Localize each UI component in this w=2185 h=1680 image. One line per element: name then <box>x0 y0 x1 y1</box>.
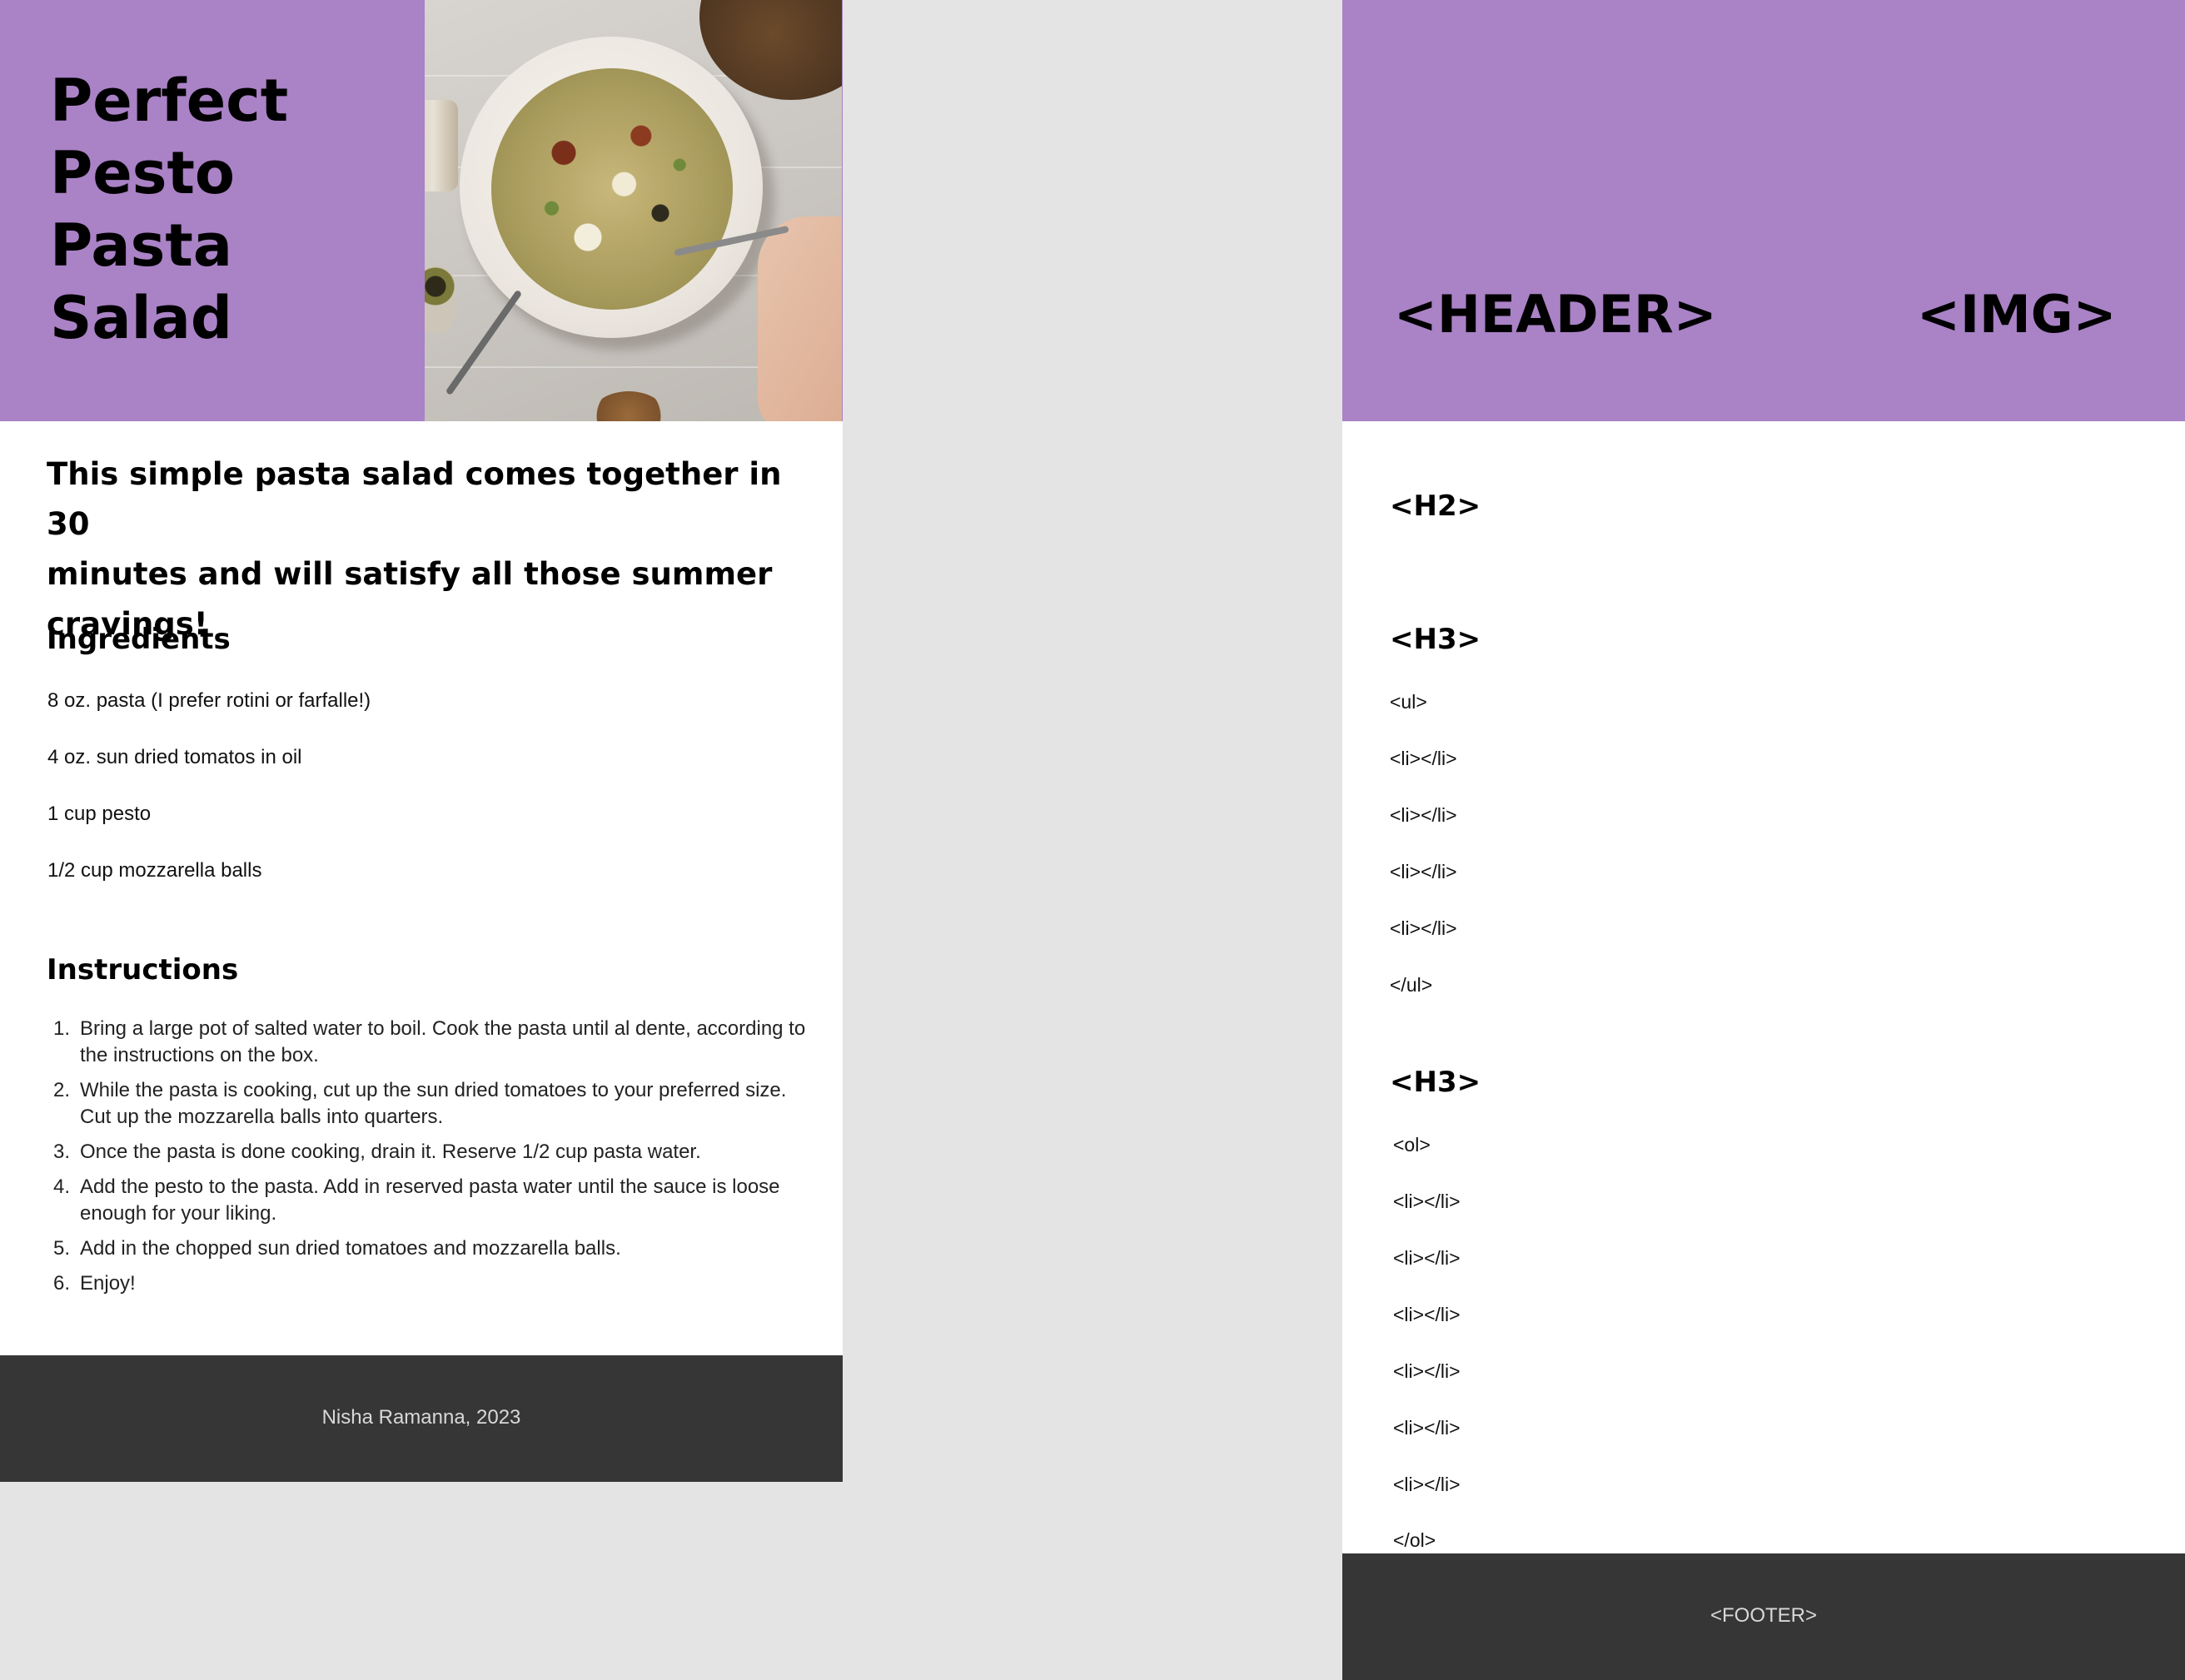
step-text: Bring a large pot of salted water to boi… <box>80 1017 806 1066</box>
ul-open-tag: <ul> <box>1390 691 1427 713</box>
step-text: Add in the chopped sun dried tomatoes an… <box>80 1237 621 1260</box>
recipe-title-line: Perfect <box>50 67 289 135</box>
recipe-title-line: Salad <box>50 284 232 352</box>
wireframe-footer: <FOOTER> <box>1342 1553 2185 1680</box>
fork-icon <box>445 289 523 396</box>
ul-li-tag: <li></li> <box>1390 861 1457 882</box>
ol-li-tag: <li></li> <box>1393 1304 1461 1325</box>
ul-close-tag: </ul> <box>1390 974 1433 996</box>
h3-ingredients-tag-label: <H3> <box>1390 623 1481 656</box>
ingredient-item: 1 cup pesto <box>47 803 152 825</box>
pasta-salad-image <box>491 68 733 310</box>
ul-li-tag: <li></li> <box>1390 804 1457 826</box>
step-number: 5. <box>53 1237 71 1260</box>
step-text: While the pasta is cooking, cut up the s… <box>80 1079 787 1128</box>
step-number: 1. <box>53 1017 71 1040</box>
recipe-page: Perfect Pesto Pasta Salad This simple pa… <box>0 0 843 1482</box>
jar-image <box>425 100 458 191</box>
structure-wireframe: <HEADER> <IMG> <H2> <H3> <ul> <li></li> … <box>1342 0 2185 1680</box>
step-text: Add the pesto to the pasta. Add in reser… <box>80 1176 780 1225</box>
ol-li-tag: <li></li> <box>1393 1360 1461 1382</box>
nuts-image <box>591 391 666 421</box>
ol-li-tag: <li></li> <box>1393 1247 1461 1269</box>
ingredient-item: 4 oz. sun dried tomatos in oil <box>47 746 302 768</box>
ul-li-tag: <li></li> <box>1390 917 1457 939</box>
header-tag-label: <HEADER> <box>1394 284 1717 345</box>
footer-tag-label: <FOOTER> <box>1710 1604 1818 1627</box>
recipe-title-line: Pesto <box>50 139 235 207</box>
ingredient-item: 1/2 cup mozzarella balls <box>47 859 262 882</box>
step-text: Once the pasta is done cooking, drain it… <box>80 1141 701 1163</box>
step-number: 2. <box>53 1079 71 1101</box>
recipe-header: Perfect Pesto Pasta Salad <box>0 0 843 421</box>
instruction-step: 6. Enjoy! <box>53 1270 813 1297</box>
ol-li-tag: <li></li> <box>1393 1190 1461 1212</box>
recipe-title: Perfect Pesto Pasta Salad <box>50 65 400 355</box>
h3-instructions-tag-label: <H3> <box>1390 1066 1481 1099</box>
ingredients-heading: Ingredients <box>47 623 231 656</box>
h2-tag-label: <H2> <box>1390 490 1481 523</box>
instruction-step: 1. Bring a large pot of salted water to … <box>53 1016 813 1069</box>
recipe-intro-line: minutes and will satisfy all those summe… <box>47 556 773 592</box>
ol-close-tag: </ol> <box>1393 1529 1436 1551</box>
recipe-title-line: Pasta <box>50 211 233 280</box>
footer-credit: Nisha Ramanna, 2023 <box>321 1406 521 1429</box>
instruction-step: 4. Add the pesto to the pasta. Add in re… <box>53 1174 813 1227</box>
step-number: 6. <box>53 1272 71 1295</box>
instruction-step: 5. Add in the chopped sun dried tomatoes… <box>53 1235 813 1262</box>
hand-image <box>758 216 842 421</box>
instructions-heading: Instructions <box>47 953 239 987</box>
step-number: 4. <box>53 1176 71 1198</box>
ol-li-tag: <li></li> <box>1393 1474 1461 1495</box>
hero-image <box>425 0 842 421</box>
ingredient-item: 8 oz. pasta (I prefer rotini or farfalle… <box>47 689 371 712</box>
ul-li-tag: <li></li> <box>1390 748 1457 769</box>
recipe-intro: This simple pasta salad comes together i… <box>47 450 813 649</box>
ol-li-tag: <li></li> <box>1393 1417 1461 1439</box>
step-number: 3. <box>53 1141 71 1163</box>
olives-image <box>425 266 455 333</box>
instruction-step: 2. While the pasta is cooking, cut up th… <box>53 1077 813 1131</box>
instructions-list: 1. Bring a large pot of salted water to … <box>53 1016 813 1305</box>
wireframe-header: <HEADER> <IMG> <box>1342 0 2185 421</box>
step-text: Enjoy! <box>80 1272 136 1295</box>
ol-open-tag: <ol> <box>1393 1134 1431 1156</box>
recipe-intro-line: This simple pasta salad comes together i… <box>47 456 782 542</box>
instruction-step: 3. Once the pasta is done cooking, drain… <box>53 1139 813 1166</box>
img-tag-label: <IMG> <box>1917 284 2117 345</box>
recipe-footer: Nisha Ramanna, 2023 <box>0 1355 843 1482</box>
